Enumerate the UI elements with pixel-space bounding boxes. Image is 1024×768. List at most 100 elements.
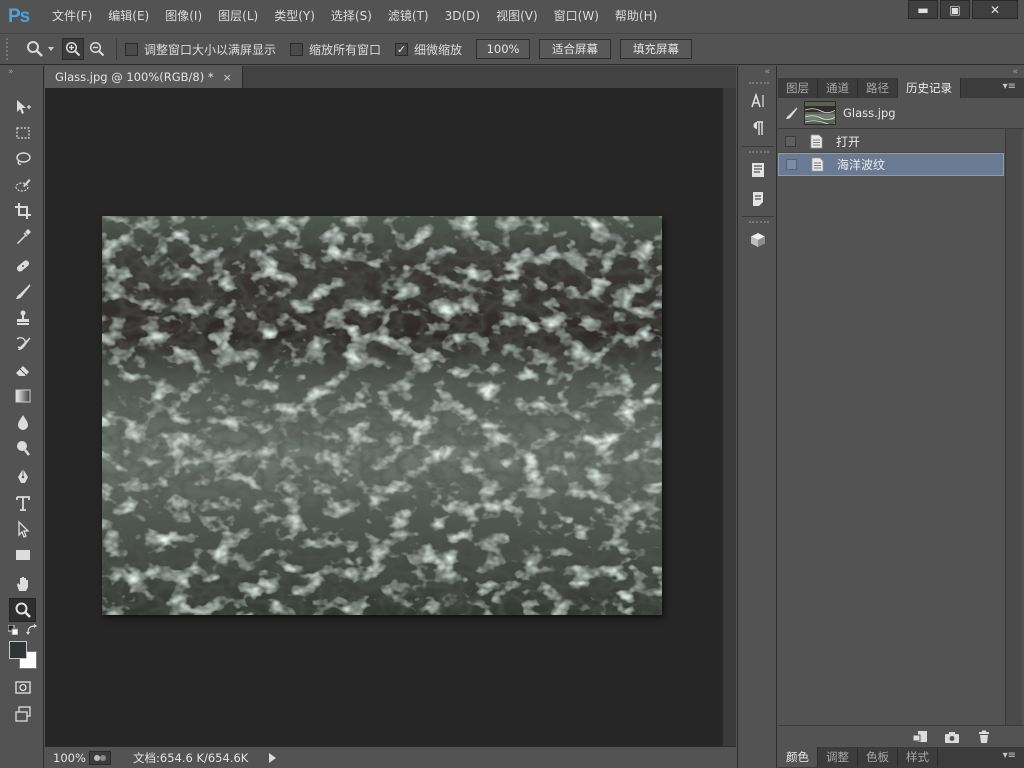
notes-icon [753,192,763,206]
menu-layer[interactable]: 图层(L) [210,0,266,33]
dodge-tool[interactable] [9,436,36,460]
menu-edit[interactable]: 编辑(E) [100,0,157,33]
paragraph-panel-button[interactable] [746,117,770,139]
tab-history[interactable]: 历史记录 [898,78,961,98]
lasso-tool[interactable] [9,147,36,171]
create-snapshot-button[interactable] [942,729,962,745]
resize-windows-option[interactable]: 调整窗口大小以满屏显示 [125,41,276,58]
tab-adjustments[interactable]: 调整 [818,747,858,767]
menu-filter[interactable]: 滤镜(T) [380,0,437,33]
gradient-tool[interactable] [9,384,36,408]
healing-brush-tool[interactable] [9,254,36,278]
move-tool[interactable] [9,95,36,119]
status-preview-button[interactable] [89,750,111,765]
tab-styles[interactable]: 样式 [898,747,938,767]
menu-view[interactable]: 视图(V) [488,0,546,33]
hand-tool[interactable] [9,572,36,596]
menu-image[interactable]: 图像(I) [157,0,210,33]
scrubby-zoom-option[interactable]: ✓ 细微缩放 [395,41,462,58]
close-button[interactable]: ✕ [972,0,1018,19]
3d-panel-button[interactable] [746,229,770,251]
dock-grip[interactable] [749,82,769,85]
document-canvas-area[interactable] [45,88,722,746]
camera-icon [945,731,959,743]
menu-window[interactable]: 窗口(W) [546,0,607,33]
history-state-open[interactable]: 打开 [778,130,1004,153]
tab-channels[interactable]: 通道 [818,78,858,98]
canvas-vertical-scrollbar[interactable] [722,88,736,746]
blur-tool[interactable] [9,410,36,434]
history-state-checkbox[interactable] [785,135,796,147]
marquee-tool[interactable] [9,121,36,145]
history-brush-tool[interactable] [9,332,36,356]
tab-paths[interactable]: 路径 [858,78,898,98]
crop-tool[interactable] [9,199,36,223]
type-tool[interactable] [9,491,36,515]
status-menu-arrow-icon[interactable] [269,752,276,763]
character-panel-button[interactable] [746,90,770,112]
bottom-panel-menu-icon[interactable]: ▾≡ [1003,750,1016,761]
delete-state-button[interactable] [974,729,994,745]
minimize-button[interactable]: ▬ [908,0,938,19]
snapshot-thumbnail [804,101,836,125]
menu-file[interactable]: 文件(F) [44,0,100,33]
panel-collapse-button[interactable]: « [778,66,1024,78]
path-select-tool[interactable] [9,517,36,541]
zoom-out-button[interactable] [86,38,108,60]
menu-select[interactable]: 选择(S) [323,0,380,33]
menu-3d[interactable]: 3D(D) [437,0,488,33]
tool-preset-picker[interactable] [26,40,60,58]
tab-color[interactable]: 颜色 [778,747,818,767]
tab-layers[interactable]: 图层 [778,78,818,98]
dock-collapse-button[interactable]: « [738,66,776,78]
eraser-icon [15,366,29,376]
zoom-in-button[interactable] [62,38,84,60]
eyedropper-tool[interactable] [9,225,36,249]
quick-select-tool[interactable] [9,173,36,197]
menu-help[interactable]: 帮助(H) [607,0,665,33]
history-panel-scrollbar[interactable] [1005,129,1022,725]
zoom-all-windows-checkbox[interactable] [290,42,304,56]
panel-menu-icon[interactable]: ▾≡ [1003,81,1016,92]
snapshot-label: Glass.jpg [843,106,896,120]
toolbar-collapse-button[interactable]: » [0,66,43,78]
properties-panel-button[interactable] [746,188,770,210]
quick-mask-button[interactable] [9,675,36,699]
foreground-color-swatch[interactable] [9,641,27,659]
history-state-ocean-ripple[interactable]: 海洋波纹 [778,153,1004,176]
dock-grip[interactable] [749,221,769,224]
eraser-tool[interactable] [9,358,36,382]
magnifier-icon [15,602,31,618]
scrubby-zoom-checkbox[interactable]: ✓ [395,42,409,56]
options-bar-grip[interactable] [6,38,12,60]
book-icon [752,163,764,177]
new-document-from-state-button[interactable] [910,729,930,745]
zoom-all-windows-option[interactable]: 缩放所有窗口 [290,41,381,58]
default-colors-icon[interactable] [8,625,18,635]
notes-panel-button[interactable] [746,159,770,181]
tab-swatches[interactable]: 色板 [858,747,898,767]
maximize-button[interactable]: ▣ [940,0,970,19]
dock-grip[interactable] [749,151,769,154]
document-tab[interactable]: Glass.jpg @ 100%(RGB/8) * × [45,66,243,88]
fit-screen-button[interactable]: 适合屏幕 [539,39,612,59]
document-image-glass[interactable] [102,216,662,615]
clone-stamp-tool[interactable] [9,306,36,330]
menu-type[interactable]: 类型(Y) [266,0,323,33]
screen-mode-button[interactable] [9,702,36,726]
tab-close-icon[interactable]: × [223,71,232,84]
quick-mask-icon [14,681,31,694]
rectangle-tool[interactable] [9,543,36,567]
bandage-icon [16,260,29,272]
brush-tool[interactable] [9,280,36,304]
pen-tool[interactable] [9,465,36,489]
history-brush-source-icon[interactable] [784,107,798,121]
zoom-tool[interactable] [9,598,36,622]
history-state-checkbox[interactable] [786,159,797,170]
history-snapshot-row[interactable]: Glass.jpg [778,98,1024,129]
swap-colors-icon[interactable] [26,624,38,636]
status-zoom-level[interactable]: 100% [45,751,89,765]
actual-pixels-button[interactable]: 100% [476,39,531,59]
resize-windows-checkbox[interactable] [125,42,138,56]
fill-screen-button[interactable]: 填充屏幕 [620,39,693,59]
